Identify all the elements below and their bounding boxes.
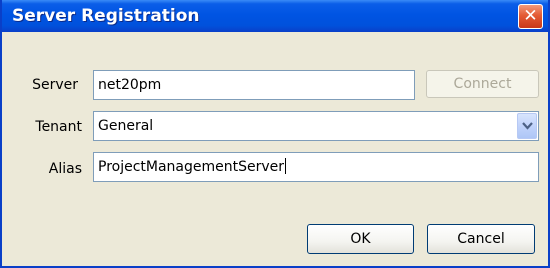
title-bar[interactable]: Server Registration ✕ <box>2 0 548 32</box>
server-registration-dialog: Server Registration ✕ Server net20pm Con… <box>0 0 550 268</box>
close-button[interactable]: ✕ <box>518 4 543 29</box>
ok-button[interactable]: OK <box>307 224 414 254</box>
alias-input[interactable]: ProjectManagementServer <box>93 152 539 182</box>
server-input[interactable]: net20pm <box>93 70 415 100</box>
cancel-button[interactable]: Cancel <box>427 224 535 254</box>
connect-button[interactable]: Connect <box>426 70 539 98</box>
chevron-down-icon <box>522 122 533 130</box>
alias-value: ProjectManagementServer <box>98 159 285 175</box>
dialog-title: Server Registration <box>12 6 200 26</box>
tenant-selected-value: General <box>98 118 154 134</box>
text-cursor <box>285 158 287 174</box>
tenant-select[interactable]: General <box>93 111 539 141</box>
alias-label: Alias <box>48 161 82 177</box>
server-label: Server <box>32 77 78 93</box>
close-icon: ✕ <box>523 6 538 26</box>
tenant-dropdown-button[interactable] <box>517 113 537 139</box>
tenant-label: Tenant <box>35 119 82 135</box>
